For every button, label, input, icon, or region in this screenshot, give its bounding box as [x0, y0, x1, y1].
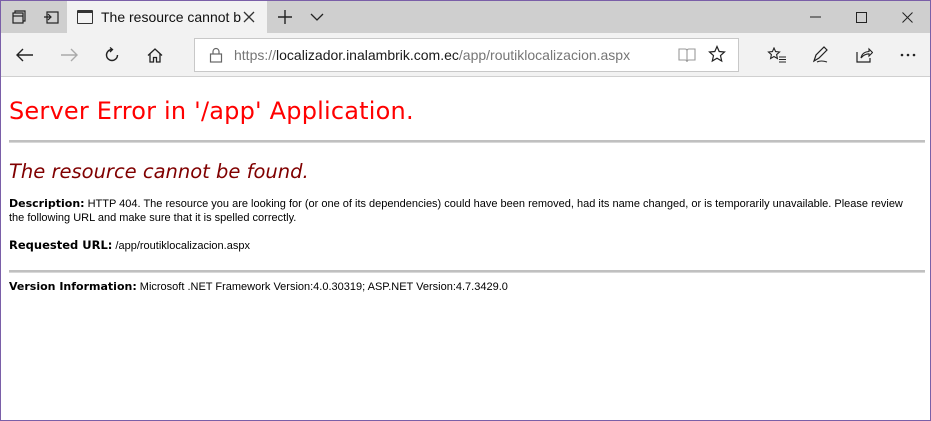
set-aside-tabs-icon[interactable]: [37, 1, 65, 33]
requested-url-label: Requested URL:: [9, 238, 113, 252]
description-text: HTTP 404. The resource you are looking f…: [9, 198, 903, 224]
tab-active[interactable]: The resource cannot be: [67, 1, 267, 33]
share-icon[interactable]: [846, 39, 882, 71]
close-window-icon[interactable]: [884, 1, 930, 33]
chevron-down-icon[interactable]: [303, 1, 331, 33]
lock-icon[interactable]: [209, 47, 225, 63]
version-value: Microsoft .NET Framework Version:4.0.303…: [136, 281, 508, 293]
refresh-icon[interactable]: [94, 39, 130, 71]
plus-icon[interactable]: [271, 1, 299, 33]
back-arrow-icon[interactable]: [7, 39, 43, 71]
tab-title: The resource cannot be: [101, 9, 241, 25]
navigation-bar: https://localizador.inalambrik.com.ec/ap…: [1, 33, 930, 77]
description-paragraph: Description: HTTP 404. The resource you …: [9, 197, 909, 225]
home-icon[interactable]: [137, 39, 173, 71]
star-icon[interactable]: [708, 45, 726, 68]
page-icon: [77, 10, 93, 24]
divider: [9, 270, 925, 273]
version-information-paragraph: Version Information: Microsoft .NET Fram…: [9, 280, 925, 294]
error-heading: Server Error in '/app' Application.: [9, 97, 414, 125]
pen-icon[interactable]: [802, 39, 838, 71]
url-domain: localizador.inalambrik.com.ec: [276, 47, 459, 63]
minimize-icon[interactable]: [792, 1, 838, 33]
maximize-icon[interactable]: [838, 1, 884, 33]
favorites-list-icon[interactable]: [759, 39, 795, 71]
requested-url-paragraph: Requested URL: /app/routiklocalizacion.a…: [9, 238, 925, 253]
title-bar: The resource cannot be: [1, 1, 930, 33]
requested-url-value: /app/routiklocalizacion.aspx: [112, 240, 250, 252]
close-icon[interactable]: [239, 7, 259, 27]
browser-window: The resource cannot be https://localizad…: [0, 0, 931, 421]
page-content: Server Error in '/app' Application. The …: [9, 78, 925, 294]
address-bar[interactable]: https://localizador.inalambrik.com.ec/ap…: [194, 38, 739, 72]
url-text[interactable]: https://localizador.inalambrik.com.ec/ap…: [234, 47, 630, 63]
tab-actions-icon[interactable]: [5, 1, 33, 33]
description-label: Description:: [9, 197, 85, 210]
divider: [9, 140, 925, 143]
book-icon[interactable]: [678, 47, 696, 68]
url-scheme: https://: [234, 47, 277, 63]
forward-arrow-icon[interactable]: [51, 39, 87, 71]
error-subheading: The resource cannot be found.: [9, 160, 309, 183]
version-label: Version Information:: [9, 280, 137, 293]
more-icon[interactable]: [890, 39, 926, 71]
url-path: /app/routiklocalizacion.aspx: [458, 47, 631, 63]
